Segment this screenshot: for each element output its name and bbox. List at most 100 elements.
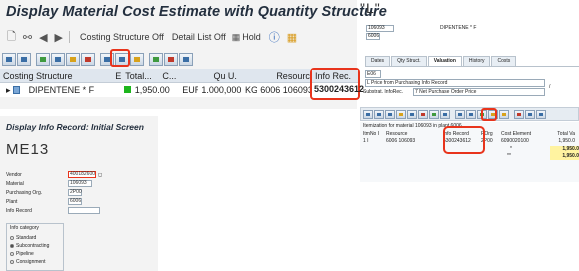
- valuation-code-field[interactable]: E06: [365, 70, 381, 78]
- subtotal-value: 1,950.0: [550, 146, 579, 153]
- view-icon[interactable]: [466, 109, 476, 119]
- document-icon[interactable]: 🗋: [7, 28, 16, 47]
- total-value-cell: 1,950.0: [558, 138, 575, 144]
- info-icon[interactable]: ⓘ: [269, 29, 280, 45]
- radio-consignment-label: Consignment: [16, 259, 46, 265]
- sum-icon[interactable]: [429, 109, 439, 119]
- table-icon[interactable]: [536, 109, 546, 119]
- info-record-column-icon[interactable]: [81, 52, 95, 66]
- tab-history[interactable]: History: [462, 56, 491, 66]
- print-icon[interactable]: [455, 109, 465, 119]
- export-icon[interactable]: [149, 52, 163, 66]
- valuation-strategy-select[interactable]: L Price from Purchasing Info Record: [365, 79, 545, 87]
- material-number-field[interactable]: 106093: [366, 25, 394, 32]
- material-label: Material: [6, 180, 24, 187]
- col-unit[interactable]: U.: [225, 71, 273, 81]
- layout-icon[interactable]: [499, 109, 509, 119]
- vendor-field[interactable]: 400182600: [68, 171, 96, 178]
- purch-org-field[interactable]: 2P00: [68, 189, 82, 196]
- radio-subcontracting[interactable]: Subcontracting: [10, 242, 60, 250]
- col-costing-structure[interactable]: Costing Structure: [0, 71, 112, 81]
- plant-number-field[interactable]: 6006: [366, 33, 380, 40]
- radio-pipeline[interactable]: Pipeline: [10, 250, 60, 258]
- table-row[interactable]: ▸ DIPENTENE * F 1,950.00 EUR 1.000,000 K…: [0, 83, 310, 97]
- overview-icon[interactable]: ▦: [287, 31, 297, 44]
- itemization-toolbar: [360, 107, 579, 121]
- detail-list-off-button[interactable]: Detail List Off: [172, 32, 226, 42]
- cost-estimate-panel: Display Material Cost Estimate with Quan…: [0, 0, 387, 109]
- purch-org-label: Purchasing Org.: [6, 189, 43, 196]
- col-currency[interactable]: C...: [159, 71, 210, 81]
- col-i-label: I: [377, 131, 380, 137]
- tab-dates[interactable]: Dates: [365, 56, 391, 66]
- substrat-select[interactable]: 7 Net Purchase Order Price: [413, 88, 545, 96]
- unit-cell: KG: [244, 85, 258, 95]
- material-field[interactable]: 106093: [68, 180, 92, 187]
- col-cost-element[interactable]: Cost Element: [501, 131, 539, 138]
- sort-desc-icon[interactable]: [385, 109, 395, 119]
- itm-cell: 1 I: [363, 138, 386, 145]
- total-cell: 1,950.00: [134, 85, 170, 95]
- layout-icon[interactable]: [130, 52, 144, 66]
- search-help-icon[interactable]: ◻: [98, 172, 102, 178]
- sort-asc-icon[interactable]: [374, 109, 384, 119]
- plant-field[interactable]: 6006: [68, 198, 82, 205]
- info-rec-header[interactable]: Info Rec.: [312, 70, 358, 83]
- hold-button[interactable]: Hold: [242, 32, 261, 42]
- info-record-field[interactable]: [68, 207, 100, 214]
- detail-tabs: Dates Qty Struct. Valuation History Cost…: [365, 56, 517, 66]
- status-cell: [121, 85, 132, 95]
- structure-name: DIPENTENE * F: [28, 84, 95, 95]
- resource-cell: 6006 106093: [260, 85, 310, 95]
- plant-row: Plant 6006: [6, 197, 102, 206]
- material-description: DIPENTENE * F: [440, 25, 477, 31]
- plant-label: Plant: [6, 198, 18, 205]
- info-record-label: Info Record: [6, 207, 32, 214]
- radio-pipeline-label: Pipeline: [16, 251, 34, 257]
- col-total-value[interactable]: Total Va: [539, 131, 575, 138]
- column-selection-icon[interactable]: [66, 52, 80, 66]
- radio-standard[interactable]: Standard: [10, 234, 60, 242]
- tab-costs[interactable]: Costs: [491, 56, 517, 66]
- back-arrow-icon[interactable]: ◀: [39, 31, 47, 44]
- structure-cell: ▸ DIPENTENE * F: [0, 85, 121, 96]
- col-itmno[interactable]: ItmNo I: [363, 131, 386, 138]
- print-icon[interactable]: [36, 52, 50, 66]
- costing-structure-off-button[interactable]: Costing Structure Off: [80, 32, 164, 42]
- subtotal-marker: *: [510, 146, 512, 152]
- cost-element-cell: 6090020100: [501, 138, 529, 144]
- expand-icon[interactable]: [2, 52, 16, 66]
- col-e[interactable]: E.: [112, 71, 122, 81]
- subtotal-icon[interactable]: [440, 109, 450, 119]
- delete-icon[interactable]: [418, 109, 428, 119]
- settings-icon[interactable]: [179, 52, 193, 66]
- find-icon[interactable]: [407, 109, 417, 119]
- details-icon[interactable]: [363, 109, 373, 119]
- status-green-icon: [124, 86, 132, 93]
- graphic-icon[interactable]: [164, 52, 178, 66]
- col-resource[interactable]: Resource: [386, 131, 443, 138]
- total-marker: **: [507, 153, 511, 159]
- glasses-icon[interactable]: ⚯: [23, 31, 32, 44]
- material-row: Material 106093: [6, 179, 102, 188]
- valuation-area: E06 L Price from Purchasing Info Record …: [363, 66, 579, 96]
- tab-qty-struct[interactable]: Qty Struct.: [391, 56, 427, 66]
- graphic-icon[interactable]: [514, 109, 524, 119]
- collapse-icon[interactable]: [17, 52, 31, 66]
- i-value: I: [367, 138, 369, 144]
- forward-arrow-icon[interactable]: ▶: [55, 31, 63, 44]
- substrat-label: Substrat. InfoRec.: [363, 89, 404, 95]
- col-total[interactable]: Total...: [122, 71, 159, 81]
- col-quantity[interactable]: Quantity: [210, 71, 224, 81]
- find-icon[interactable]: [51, 52, 65, 66]
- expand-triangle-icon[interactable]: ▸: [3, 85, 11, 95]
- info-icon[interactable]: [525, 109, 535, 119]
- tab-valuation[interactable]: Valuation: [427, 56, 462, 66]
- material-header: 106093 DIPENTENE * F 6006: [360, 18, 579, 46]
- transaction-code: ME13: [6, 141, 50, 158]
- info-rec-column-highlight: Info Rec. 5300243612: [310, 68, 364, 100]
- filter-icon[interactable]: [396, 109, 406, 119]
- col-resource[interactable]: Resource: [273, 71, 310, 81]
- radio-consignment[interactable]: Consignment: [10, 258, 60, 266]
- radio-subcontracting-label: Subcontracting: [16, 243, 50, 249]
